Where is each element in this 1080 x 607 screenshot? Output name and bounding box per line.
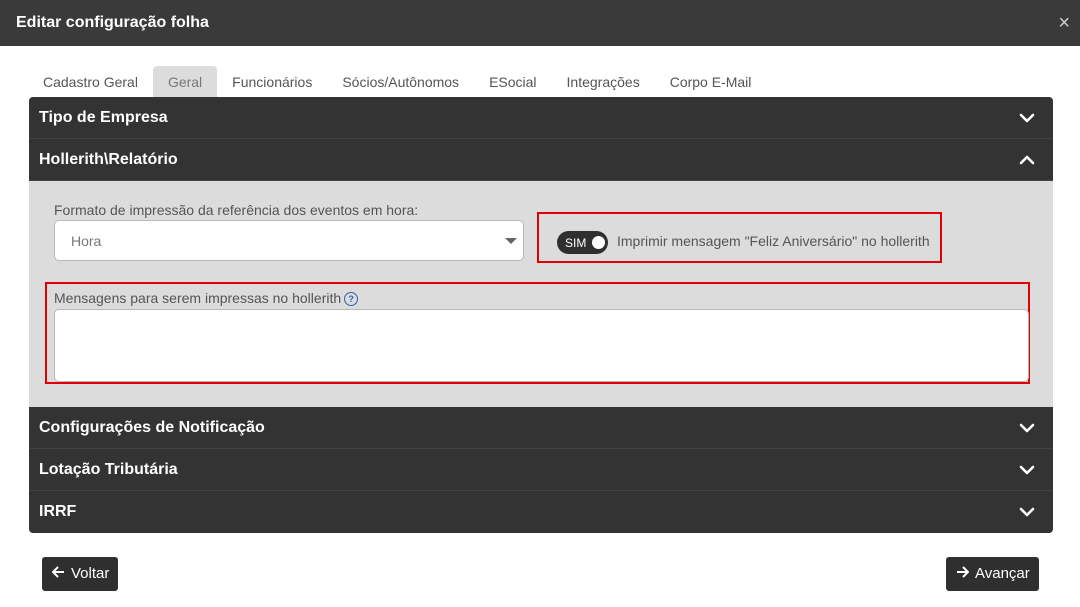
messages-label: Mensagens para serem impressas no holler… — [54, 290, 359, 307]
format-select[interactable]: Hora — [54, 220, 524, 261]
messages-highlight: Mensagens para serem impressas no holler… — [45, 282, 1030, 384]
chevron-down-icon — [1019, 465, 1035, 475]
arrow-left-icon — [51, 557, 65, 591]
tab-bar: Cadastro Geral Geral Funcionários Sócios… — [28, 66, 766, 97]
chevron-down-icon — [1019, 113, 1035, 123]
section-label: Hollerith\Relatório — [39, 151, 178, 168]
section-irrf[interactable]: IRRF — [29, 491, 1053, 533]
tab-cadastro-geral[interactable]: Cadastro Geral — [28, 66, 153, 97]
tab-esocial[interactable]: ESocial — [474, 66, 551, 97]
chevron-up-icon — [1019, 155, 1035, 165]
caret-down-icon — [505, 238, 517, 244]
toggle-label: SIM — [565, 236, 587, 250]
format-select-value: Hora — [71, 233, 102, 249]
tab-geral[interactable]: Geral — [152, 66, 218, 97]
messages-textarea[interactable] — [54, 309, 1029, 382]
messages-label-text: Mensagens para serem impressas no holler… — [54, 290, 342, 306]
dialog-title: Editar configuração folha — [16, 14, 209, 31]
format-label: Formato de impressão da referência dos e… — [54, 202, 419, 218]
section-configuracoes-notificacao[interactable]: Configurações de Notificação — [29, 407, 1053, 449]
section-label: Tipo de Empresa — [39, 109, 168, 126]
next-button[interactable]: Avançar — [946, 557, 1039, 591]
chevron-down-icon — [1019, 423, 1035, 433]
hollerith-panel: Formato de impressão da referência dos e… — [29, 181, 1053, 407]
close-icon[interactable]: × — [1058, 13, 1070, 33]
birthday-toggle[interactable]: SIM — [557, 231, 608, 254]
back-button[interactable]: Voltar — [42, 557, 119, 591]
section-label: IRRF — [39, 503, 77, 520]
help-icon[interactable]: ? — [344, 292, 359, 307]
section-label: Lotação Tributária — [39, 461, 178, 478]
back-label: Voltar — [71, 565, 110, 582]
birthday-toggle-text: Imprimir mensagem "Feliz Aniversário" no… — [617, 233, 930, 249]
tab-funcionarios[interactable]: Funcionários — [217, 66, 327, 97]
chevron-down-icon — [1019, 507, 1035, 517]
birthday-toggle-highlight: SIM Imprimir mensagem "Feliz Aniversário… — [537, 212, 942, 263]
dialog-titlebar: Editar configuração folha × — [0, 0, 1080, 46]
tab-corpo-email[interactable]: Corpo E-Mail — [655, 66, 767, 97]
section-tipo-de-empresa[interactable]: Tipo de Empresa — [29, 97, 1053, 139]
section-lotacao-tributaria[interactable]: Lotação Tributária — [29, 449, 1053, 491]
arrow-right-icon — [956, 557, 970, 591]
tab-integracoes[interactable]: Integrações — [552, 66, 655, 97]
section-label: Configurações de Notificação — [39, 419, 265, 436]
next-label: Avançar — [975, 565, 1030, 582]
section-hollerith-relatorio[interactable]: Hollerith\Relatório — [29, 139, 1053, 181]
toggle-knob — [592, 236, 605, 249]
tab-socios-autonomos[interactable]: Sócios/Autônomos — [327, 66, 474, 97]
settings-accordion: Tipo de Empresa Hollerith\Relatório Form… — [29, 97, 1053, 533]
